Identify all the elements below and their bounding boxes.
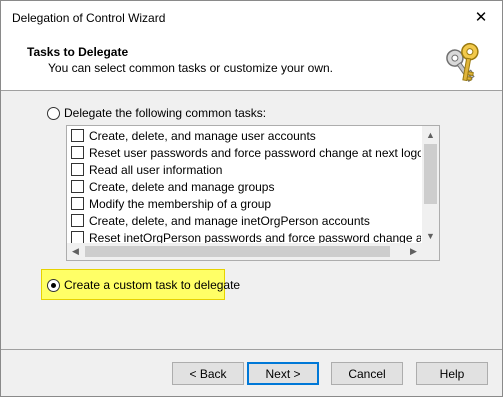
radio-custom-task[interactable]: Create a custom task to delegate bbox=[47, 278, 240, 292]
wizard-header: Tasks to Delegate You can select common … bbox=[1, 34, 502, 91]
task-checkbox[interactable] bbox=[71, 214, 84, 227]
task-item[interactable]: Reset inetOrgPerson passwords and force … bbox=[71, 229, 421, 244]
vertical-scrollbar[interactable]: ▲ ▼ bbox=[422, 126, 439, 244]
task-label: Create, delete, and manage user accounts bbox=[89, 128, 316, 143]
task-item[interactable]: Create, delete, and manage inetOrgPerson… bbox=[71, 212, 370, 229]
scroll-up-icon[interactable]: ▲ bbox=[422, 126, 439, 143]
task-item[interactable]: Modify the membership of a group bbox=[71, 195, 271, 212]
scroll-right-icon[interactable]: ▶ bbox=[405, 243, 422, 260]
radio-delegate-common[interactable]: Delegate the following common tasks: bbox=[47, 106, 266, 120]
cancel-button[interactable]: Cancel bbox=[331, 362, 403, 385]
task-label: Reset inetOrgPerson passwords and force … bbox=[89, 230, 421, 245]
radio-custom-label: Create a custom task to delegate bbox=[64, 278, 241, 292]
vertical-scroll-thumb[interactable] bbox=[424, 144, 437, 204]
radio-common-label: Delegate the following common tasks: bbox=[64, 106, 267, 120]
task-checkbox[interactable] bbox=[71, 197, 84, 210]
page-subtitle: You can select common tasks or customize… bbox=[48, 61, 334, 75]
task-label: Create, delete, and manage inetOrgPerson… bbox=[89, 213, 370, 228]
footer-divider bbox=[1, 349, 502, 350]
task-list-items: Create, delete, and manage user accounts… bbox=[67, 126, 421, 244]
keys-icon bbox=[446, 42, 479, 83]
close-icon[interactable]: ✕ bbox=[470, 7, 492, 27]
task-checkbox[interactable] bbox=[71, 146, 84, 159]
task-checkbox[interactable] bbox=[71, 129, 84, 142]
common-tasks-list[interactable]: Create, delete, and manage user accounts… bbox=[66, 125, 440, 261]
task-item[interactable]: Create, delete and manage groups bbox=[71, 178, 274, 195]
scroll-left-icon[interactable]: ◀ bbox=[67, 243, 84, 260]
horizontal-scrollbar[interactable]: ◀ ▶ bbox=[67, 243, 422, 260]
help-button[interactable]: Help bbox=[416, 362, 488, 385]
radio-custom-indicator[interactable] bbox=[47, 278, 60, 292]
task-label: Modify the membership of a group bbox=[89, 196, 272, 211]
page-title: Tasks to Delegate bbox=[27, 45, 129, 59]
task-checkbox[interactable] bbox=[71, 163, 84, 176]
task-item[interactable]: Read all user information bbox=[71, 161, 222, 178]
radio-common-indicator[interactable] bbox=[47, 106, 60, 120]
horizontal-scroll-thumb[interactable] bbox=[85, 246, 390, 257]
task-item[interactable]: Create, delete, and manage user accounts bbox=[71, 127, 316, 144]
task-label: Read all user information bbox=[89, 162, 223, 177]
window-title: Delegation of Control Wizard bbox=[12, 11, 166, 25]
task-label: Create, delete and manage groups bbox=[89, 179, 275, 194]
scroll-down-icon[interactable]: ▼ bbox=[422, 227, 439, 244]
task-label: Reset user passwords and force password … bbox=[89, 145, 421, 160]
scrollbar-corner bbox=[422, 243, 439, 260]
next-button[interactable]: Next > bbox=[247, 362, 319, 385]
task-item[interactable]: Reset user passwords and force password … bbox=[71, 144, 421, 161]
back-button[interactable]: < Back bbox=[172, 362, 244, 385]
task-checkbox[interactable] bbox=[71, 180, 84, 193]
title-bar: Delegation of Control Wizard ✕ bbox=[1, 1, 502, 34]
wizard-window: Delegation of Control Wizard ✕ Tasks to … bbox=[0, 0, 503, 397]
